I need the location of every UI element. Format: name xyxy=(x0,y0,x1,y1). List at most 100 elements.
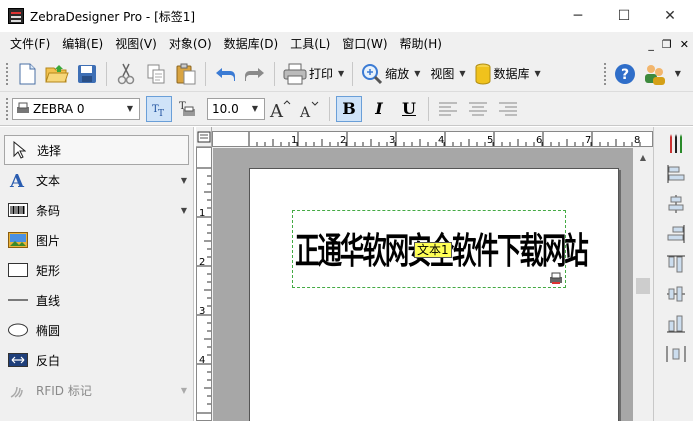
ruler-number: 4 xyxy=(438,135,444,146)
grow-font-button[interactable]: A xyxy=(267,96,293,122)
svg-text:A: A xyxy=(299,105,311,119)
copy-button[interactable] xyxy=(142,60,170,88)
font-size-select[interactable]: 10.0 ▼ xyxy=(207,97,265,120)
italic-button[interactable]: I xyxy=(366,96,392,122)
align-left-edges-button[interactable] xyxy=(663,161,689,187)
bold-button[interactable]: B xyxy=(336,95,362,122)
maximize-button[interactable]: ☐ xyxy=(601,0,647,32)
close-button[interactable]: ✕ xyxy=(647,0,693,32)
pointer-icon xyxy=(9,140,29,160)
zoom-label: 缩放 xyxy=(385,67,410,81)
print-dropdown-arrow[interactable]: ▼ xyxy=(338,69,344,78)
doc-minimize-button[interactable]: _ xyxy=(648,38,654,51)
menu-database[interactable]: 数据库(D) xyxy=(218,32,285,56)
menu-window[interactable]: 窗口(W) xyxy=(336,32,393,56)
design-workspace: 1 2 3 4 5 6 7 8 1 2 3 4 文本1 ▲ xyxy=(196,127,653,421)
paste-button[interactable] xyxy=(172,60,200,88)
doc-close-button[interactable]: ✕ xyxy=(680,38,689,51)
help-button[interactable]: ? xyxy=(611,60,639,88)
menu-edit[interactable]: 编辑(E) xyxy=(56,32,109,56)
redo-button[interactable] xyxy=(241,60,269,88)
database-button[interactable]: 数据库 ▼ xyxy=(474,63,541,85)
toolbar-grip[interactable] xyxy=(602,61,607,86)
tool-label: 图片 xyxy=(36,233,61,248)
menu-object[interactable]: 对象(O) xyxy=(163,32,218,56)
save-button[interactable] xyxy=(73,60,101,88)
shrink-font-button[interactable]: A xyxy=(297,96,323,122)
align-left-button[interactable] xyxy=(435,96,461,122)
tool-label: 条码 xyxy=(36,203,61,218)
printer-font-select[interactable]: ZEBRA 0 ▼ xyxy=(12,97,140,120)
windows-font-toggle[interactable]: T xyxy=(174,96,200,122)
toolbar-grip[interactable] xyxy=(5,96,9,121)
text-icon: A xyxy=(8,170,28,190)
menu-file[interactable]: 文件(F) xyxy=(4,32,56,56)
menu-view[interactable]: 视图(V) xyxy=(109,32,163,56)
chevron-down-icon[interactable]: ▼ xyxy=(248,99,262,119)
label-page[interactable]: 正通华软网安全软件下载网站 文本1 xyxy=(249,168,619,421)
scrollbar-thumb[interactable] xyxy=(636,278,650,294)
menu-tools[interactable]: 工具(L) xyxy=(284,32,336,56)
tool-rectangle[interactable]: 矩形 xyxy=(0,255,193,285)
tool-select[interactable]: 选择 xyxy=(4,135,189,165)
tool-rfid: RFID 标记 ▼ xyxy=(0,375,193,405)
tool-ellipse[interactable]: 椭圆 xyxy=(0,315,193,345)
underline-button[interactable]: U xyxy=(396,96,422,122)
chevron-down-icon[interactable]: ▼ xyxy=(181,206,187,215)
svg-text:T: T xyxy=(158,109,164,118)
align-centers-icon xyxy=(668,195,684,213)
database-dropdown-arrow[interactable]: ▼ xyxy=(535,69,541,78)
align-top-edges-button[interactable] xyxy=(663,251,689,277)
zoom-dropdown-arrow[interactable]: ▼ xyxy=(414,69,420,78)
align-right-button[interactable] xyxy=(495,96,521,122)
color-pens-button[interactable] xyxy=(663,131,689,157)
picture-icon xyxy=(8,230,28,250)
align-right-edges-button[interactable] xyxy=(663,221,689,247)
rectangle-icon xyxy=(8,260,28,280)
view-button[interactable]: 视图 ▼ xyxy=(428,65,465,82)
ruler-number: 2 xyxy=(340,135,346,146)
toolbar-overflow-arrow[interactable]: ▼ xyxy=(675,69,681,78)
tool-inverse[interactable]: 反白 xyxy=(0,345,193,375)
minimize-button[interactable]: ─ xyxy=(555,0,601,32)
label-canvas[interactable]: 正通华软网安全软件下载网站 文本1 xyxy=(213,148,633,421)
users-button[interactable] xyxy=(641,60,669,88)
help-question-icon: ? xyxy=(614,63,635,84)
ruler-origin-icon xyxy=(197,131,211,143)
doc-restore-button[interactable]: ❐ xyxy=(662,38,672,51)
scroll-up-arrow[interactable]: ▲ xyxy=(633,148,653,166)
undo-arrow-icon xyxy=(216,67,235,81)
new-button[interactable] xyxy=(13,60,41,88)
text-object[interactable]: 正通华软网安全软件下载网站 文本1 xyxy=(292,210,589,288)
cut-button[interactable] xyxy=(112,60,140,88)
align-bottom-edges-button[interactable] xyxy=(663,311,689,337)
printer-font-toggle[interactable]: TT xyxy=(146,95,172,122)
toolbar-separator xyxy=(428,96,429,121)
undo-button[interactable] xyxy=(211,60,239,88)
open-folder-icon xyxy=(45,64,69,82)
tool-barcode[interactable]: 条码 ▼ xyxy=(0,195,193,225)
align-right-edges-icon xyxy=(667,225,685,243)
align-center-button[interactable] xyxy=(465,96,491,122)
align-bottom-edges-icon xyxy=(667,315,685,333)
distribute-horizontally-button[interactable] xyxy=(663,341,689,367)
chevron-down-icon[interactable]: ▼ xyxy=(181,176,187,185)
zoom-button[interactable]: 缩放 ▼ xyxy=(361,63,420,85)
printer-font-type-icon: TT xyxy=(152,104,164,118)
document-window-controls: _ ❐ ✕ xyxy=(648,32,689,56)
align-middles-button[interactable] xyxy=(663,281,689,307)
main-toolbar: 打印 ▼ 缩放 ▼ 视图 ▼ 数据库 ▼ ? ▼ xyxy=(0,56,693,92)
chevron-down-icon[interactable]: ▼ xyxy=(123,99,137,119)
align-centers-button[interactable] xyxy=(663,191,689,217)
toolbar-grip[interactable] xyxy=(5,61,9,86)
align-right-icon xyxy=(499,101,517,116)
tool-picture[interactable]: 图片 xyxy=(0,225,193,255)
view-dropdown-arrow[interactable]: ▼ xyxy=(459,69,465,78)
tool-line[interactable]: 直线 xyxy=(0,285,193,315)
menu-help[interactable]: 帮助(H) xyxy=(394,32,448,56)
vertical-scrollbar[interactable]: ▲ xyxy=(633,148,653,421)
ruler-corner[interactable] xyxy=(196,127,212,147)
open-button[interactable] xyxy=(43,60,71,88)
tool-text[interactable]: A 文本 ▼ xyxy=(0,165,193,195)
print-button[interactable]: 打印 ▼ xyxy=(283,63,344,85)
